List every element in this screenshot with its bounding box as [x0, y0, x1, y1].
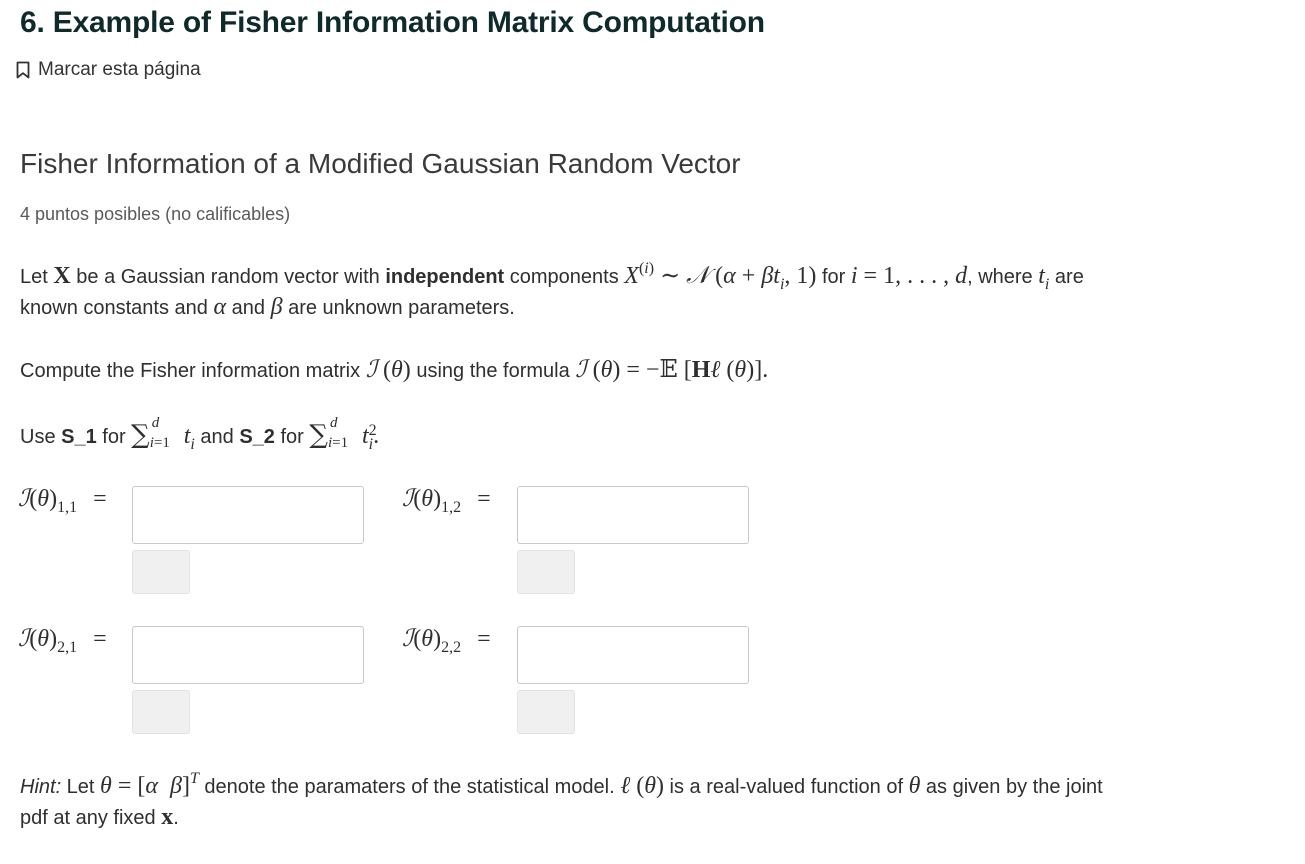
points-info: 4 puntos posibles (no calificables): [20, 204, 291, 224]
bookmark-label: Marcar esta página: [38, 59, 201, 80]
notation-instruction: Use S_1 for ∑ d i=1 ti and S_2 for ∑ d i=1 t2i…: [20, 415, 380, 453]
bookmark-icon: [16, 61, 30, 79]
hint-line1: Hint: Let θ = [α β]T denote the paramate…: [20, 770, 1103, 799]
answer-input-2-1[interactable]: [132, 626, 364, 684]
intro-paragraph-line1: Let X be a Gaussian random vector with i…: [20, 260, 1084, 293]
answer-preview-2-1: [132, 690, 190, 734]
answer-input-1-2[interactable]: [517, 486, 749, 544]
answer-input-1-1[interactable]: [132, 486, 364, 544]
bookmark-button[interactable]: Marcar esta página: [16, 58, 201, 82]
answer-preview-2-2: [517, 690, 575, 734]
answer-preview-1-2: [517, 550, 575, 594]
entry-label-2-2: ℐ(θ)2,2 =: [402, 624, 491, 656]
hint-line2: pdf at any fixed x.: [20, 804, 179, 830]
compute-instruction: Compute the Fisher information matrix ℐ …: [20, 357, 769, 383]
entry-label-1-1: ℐ(θ)1,1 =: [18, 484, 107, 516]
answer-input-2-2[interactable]: [517, 626, 749, 684]
entry-label-2-1: ℐ(θ)2,1 =: [18, 624, 107, 656]
intro-paragraph-line2: known constants and α and β are unknown …: [20, 294, 515, 320]
entry-label-1-2: ℐ(θ)1,2 =: [402, 484, 491, 516]
answer-preview-1-1: [132, 550, 190, 594]
problem-title: Fisher Information of a Modified Gaussia…: [20, 148, 741, 179]
page-title: 6. Example of Fisher Information Matrix …: [20, 6, 765, 39]
